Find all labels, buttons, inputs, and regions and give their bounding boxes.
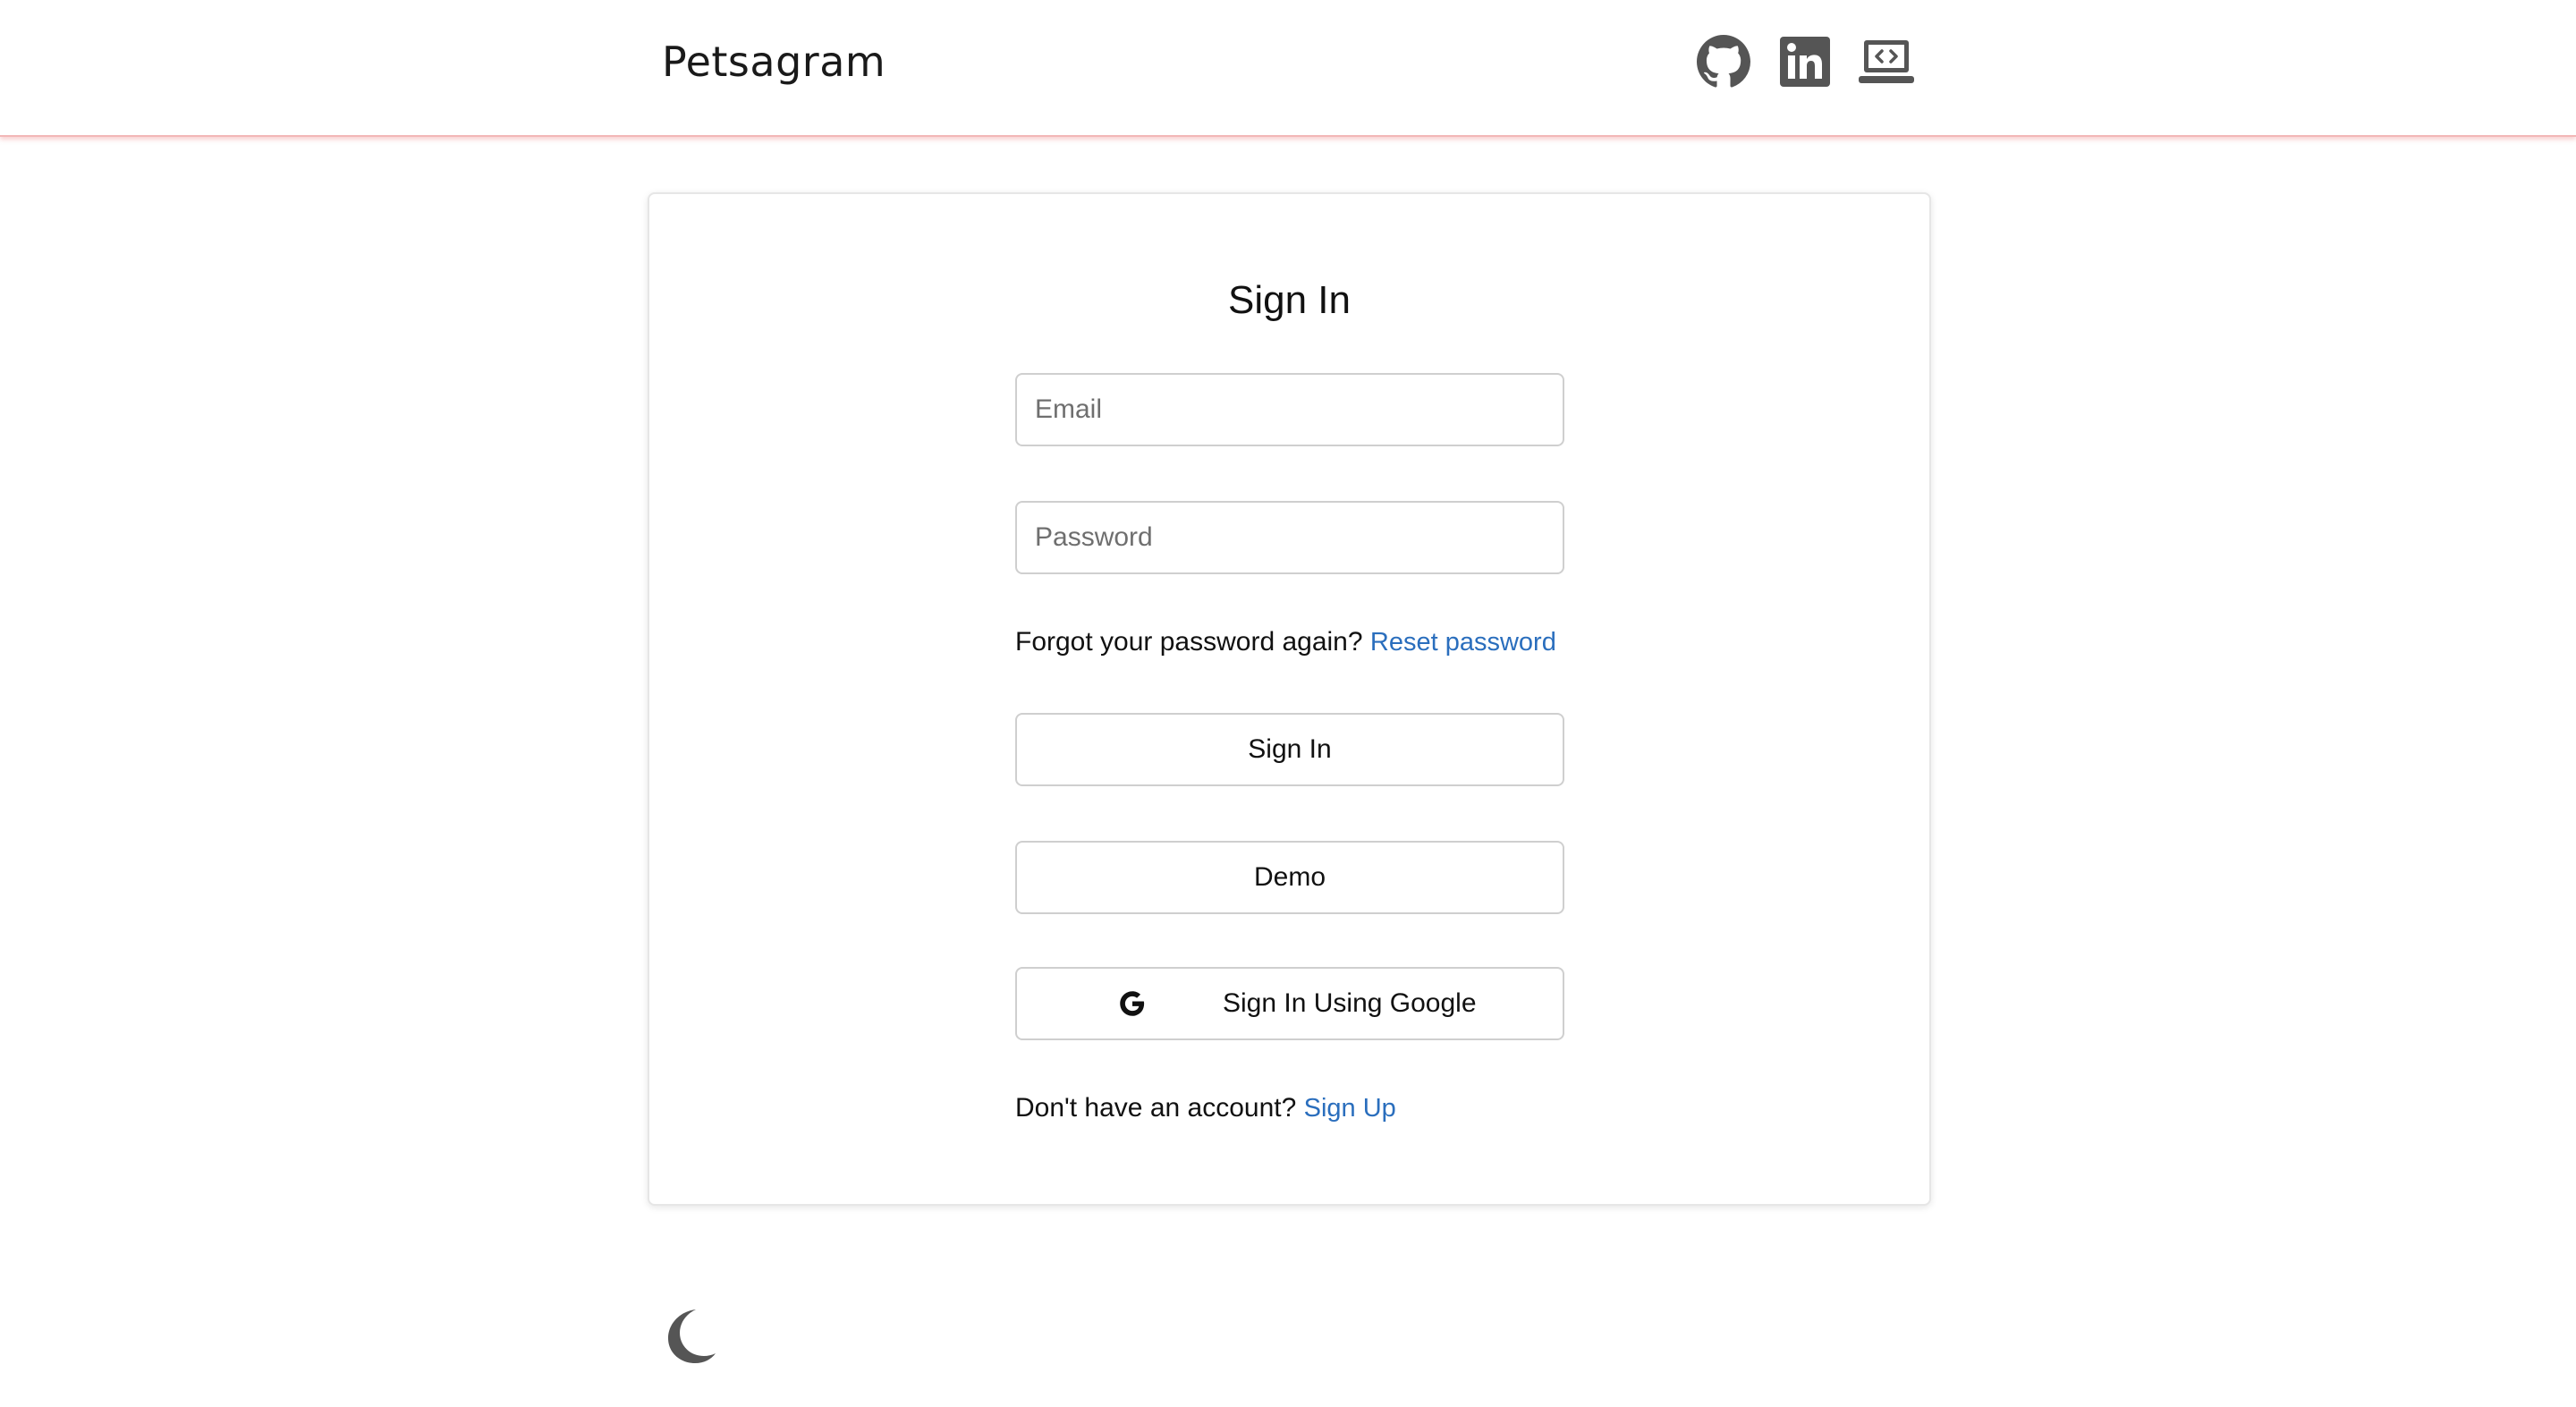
google-icon	[1120, 991, 1145, 1016]
signin-title: Sign In	[1228, 278, 1351, 322]
signin-card: Sign In Forgot your password again? Rese…	[648, 192, 1931, 1206]
password-field[interactable]	[1015, 501, 1564, 574]
demo-button[interactable]: Demo	[1015, 841, 1564, 914]
forgot-password-text: Forgot your password again?	[1015, 627, 1363, 657]
linkedin-icon[interactable]	[1777, 34, 1833, 89]
site-header: Petsagram	[0, 0, 2576, 137]
signup-link[interactable]: Sign Up	[1304, 1094, 1396, 1123]
google-signin-label: Sign In Using Google	[1223, 988, 1477, 1018]
github-icon[interactable]	[1696, 34, 1751, 89]
brand-logo[interactable]: Petsagram	[662, 38, 886, 86]
dark-mode-toggle[interactable]	[660, 1306, 719, 1365]
signup-row: Don't have an account? Sign Up	[1015, 1093, 1396, 1123]
no-account-text: Don't have an account?	[1015, 1093, 1297, 1123]
portfolio-laptop-icon[interactable]	[1859, 34, 1914, 89]
social-links	[1696, 34, 1914, 89]
email-field[interactable]	[1015, 373, 1564, 446]
reset-password-link[interactable]: Reset password	[1370, 628, 1556, 657]
forgot-password-row: Forgot your password again? Reset passwo…	[1015, 627, 1556, 657]
google-signin-button[interactable]: Sign In Using Google	[1015, 967, 1564, 1040]
signin-button[interactable]: Sign In	[1015, 713, 1564, 786]
moon-icon	[668, 1310, 716, 1363]
